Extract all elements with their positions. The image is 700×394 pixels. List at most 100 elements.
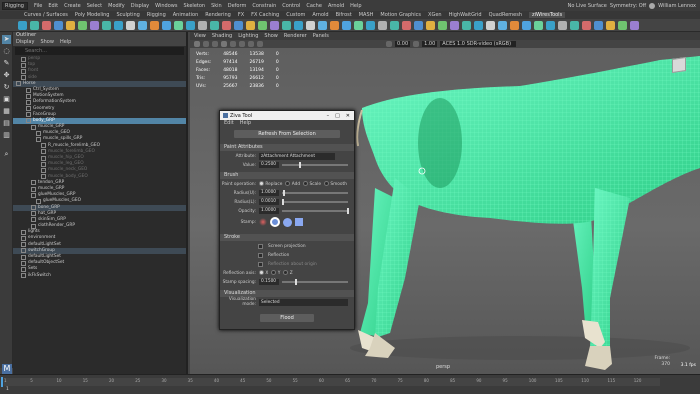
shelf-tool-icon[interactable] (18, 20, 27, 30)
viewport-menu-item[interactable]: Renderer (284, 33, 307, 39)
op-replace-radio[interactable]: Replace (259, 181, 282, 187)
grid-icon[interactable] (203, 41, 209, 47)
shelf-tab[interactable]: HighWaitGrid (449, 12, 482, 18)
stamp-spacing-field[interactable]: 0.1500 (259, 279, 279, 285)
value-slider[interactable] (282, 162, 348, 168)
stamp-square-icon[interactable] (295, 218, 303, 226)
shelf-tab[interactable]: ziWiresTools (529, 12, 566, 18)
shelf-tool-icon[interactable] (246, 20, 255, 30)
shelf-tab[interactable]: Rigging (147, 12, 166, 18)
texture-icon[interactable] (230, 41, 236, 47)
radius-l-slider[interactable] (282, 199, 348, 205)
shelf-tab[interactable]: Arnold (312, 12, 328, 18)
radius-u-slider[interactable] (282, 190, 348, 196)
layout-icon-2[interactable]: ▤ (2, 119, 11, 128)
shelf-tool-icon[interactable] (570, 20, 579, 30)
shelf-tool-icon[interactable] (366, 20, 375, 30)
mode-selector[interactable]: Rigging (2, 1, 28, 10)
dialog-menu-item[interactable]: Help (240, 120, 251, 127)
layout-icon-3[interactable]: ▥ (2, 131, 11, 140)
shelf-tool-icon[interactable] (510, 20, 519, 30)
op-scale-radio[interactable]: Scale (303, 181, 321, 187)
flood-button[interactable]: Flood (260, 314, 314, 322)
shelf-tool-icon[interactable] (66, 20, 75, 30)
attribute-dropdown[interactable]: zAttachment Attachment (259, 152, 335, 160)
shelf-tab[interactable]: MASH (359, 12, 374, 18)
menu-item[interactable]: Constrain (252, 3, 276, 9)
shelf-tool-icon[interactable] (42, 20, 51, 30)
wireframe-icon[interactable] (212, 41, 218, 47)
user-icon[interactable] (649, 2, 656, 9)
lasso-icon[interactable]: ◌ (2, 47, 11, 56)
shelf-tab[interactable]: FX (238, 12, 244, 18)
shelf-tab[interactable]: QuadRemesh (489, 12, 522, 18)
opacity-field[interactable]: 1.0000 (259, 208, 279, 214)
shelf-tab[interactable]: Custom (286, 12, 305, 18)
radius-l-field[interactable]: 0.0010 (259, 199, 279, 205)
search-icon[interactable]: ⌕ (2, 150, 11, 159)
menu-item[interactable]: Edit (48, 3, 58, 9)
op-add-radio[interactable]: Add (285, 181, 300, 187)
reflect-origin-row[interactable]: Reflection about origin (220, 260, 354, 268)
menu-item[interactable]: Cache (306, 3, 322, 9)
menu-item[interactable]: Select (87, 3, 102, 9)
shelf-tab[interactable]: FX Caching (251, 12, 279, 18)
xray-icon[interactable] (386, 41, 392, 47)
shelf-tab[interactable]: Bifrost (336, 12, 352, 18)
shelf-tool-icon[interactable] (618, 20, 627, 30)
no-live-surface-label[interactable]: No Live Surface (568, 3, 607, 9)
stamp-soft-icon[interactable] (259, 218, 267, 226)
close-icon[interactable]: ✕ (346, 113, 350, 119)
shelf-tool-icon[interactable] (30, 20, 39, 30)
shelf-tool-icon[interactable] (186, 20, 195, 30)
stamp-gaussian-icon[interactable] (270, 217, 280, 227)
menu-item[interactable]: Deform (228, 3, 247, 9)
viewport-menu-item[interactable]: View (194, 33, 206, 39)
isolate-icon[interactable] (257, 41, 263, 47)
shelf-tool-icon[interactable] (426, 20, 435, 30)
minimize-icon[interactable]: – (327, 113, 330, 119)
menu-item[interactable]: Help (350, 3, 361, 9)
shelf-tab[interactable]: Curves / Surfaces (24, 12, 68, 18)
playhead[interactable] (1, 377, 3, 387)
shelf-tool-icon[interactable] (558, 20, 567, 30)
viewport-menu-item[interactable]: Shading (212, 33, 232, 39)
viewport-menu-item[interactable]: Lighting (238, 33, 258, 39)
shelf-tool-icon[interactable] (450, 20, 459, 30)
radius-u-field[interactable]: 1.0000 (259, 190, 279, 196)
paint-attributes-header[interactable]: Paint Attributes (220, 144, 354, 151)
shelf-tool-icon[interactable] (126, 20, 135, 30)
outliner-row[interactable]: ikFkSwitch (13, 273, 186, 279)
viewport-menu-item[interactable]: Show (264, 33, 278, 39)
shelf-tool-icon[interactable] (378, 20, 387, 30)
shelf-tool-icon[interactable] (486, 20, 495, 30)
select-icon[interactable]: ➤ (2, 35, 11, 44)
shelf-tool-icon[interactable] (54, 20, 63, 30)
shelf-tab[interactable]: Rendering (205, 12, 231, 18)
shelf-tool-icon[interactable] (606, 20, 615, 30)
shelf-tool-icon[interactable] (342, 20, 351, 30)
shelf-tab[interactable]: Poly Modeling (75, 12, 110, 18)
menu-item[interactable]: Control (282, 3, 300, 9)
shelf-tool-icon[interactable] (318, 20, 327, 30)
shelf-tool-icon[interactable] (210, 20, 219, 30)
exposure-field[interactable]: 0.00 (395, 41, 411, 47)
shelf-tab[interactable]: Sculpting (116, 12, 139, 18)
shelf-tool-icon[interactable] (162, 20, 171, 30)
menu-item[interactable]: Create (64, 3, 81, 9)
shelf-tool-icon[interactable] (534, 20, 543, 30)
visualization-mode-dropdown[interactable]: Selected (259, 298, 348, 306)
outliner-menu-item[interactable]: Help (60, 39, 71, 46)
axis-x-radio[interactable]: X (259, 270, 268, 276)
menu-item[interactable]: Display (131, 3, 149, 9)
color-space-dropdown[interactable]: ACES 1.0 SDR-video (sRGB) (440, 41, 517, 47)
viewport-menu-item[interactable]: Panels (313, 33, 329, 39)
shaded-icon[interactable] (221, 41, 227, 47)
dialog-menu-item[interactable]: Edit (224, 120, 234, 127)
outliner-search-input[interactable]: Search... (15, 47, 184, 55)
shelf-tool-icon[interactable] (198, 20, 207, 30)
menu-item[interactable]: Arnold (328, 3, 344, 9)
shelf-tool-icon[interactable] (414, 20, 423, 30)
shelf-tool-icon[interactable] (438, 20, 447, 30)
view-cube[interactable] (672, 57, 686, 73)
